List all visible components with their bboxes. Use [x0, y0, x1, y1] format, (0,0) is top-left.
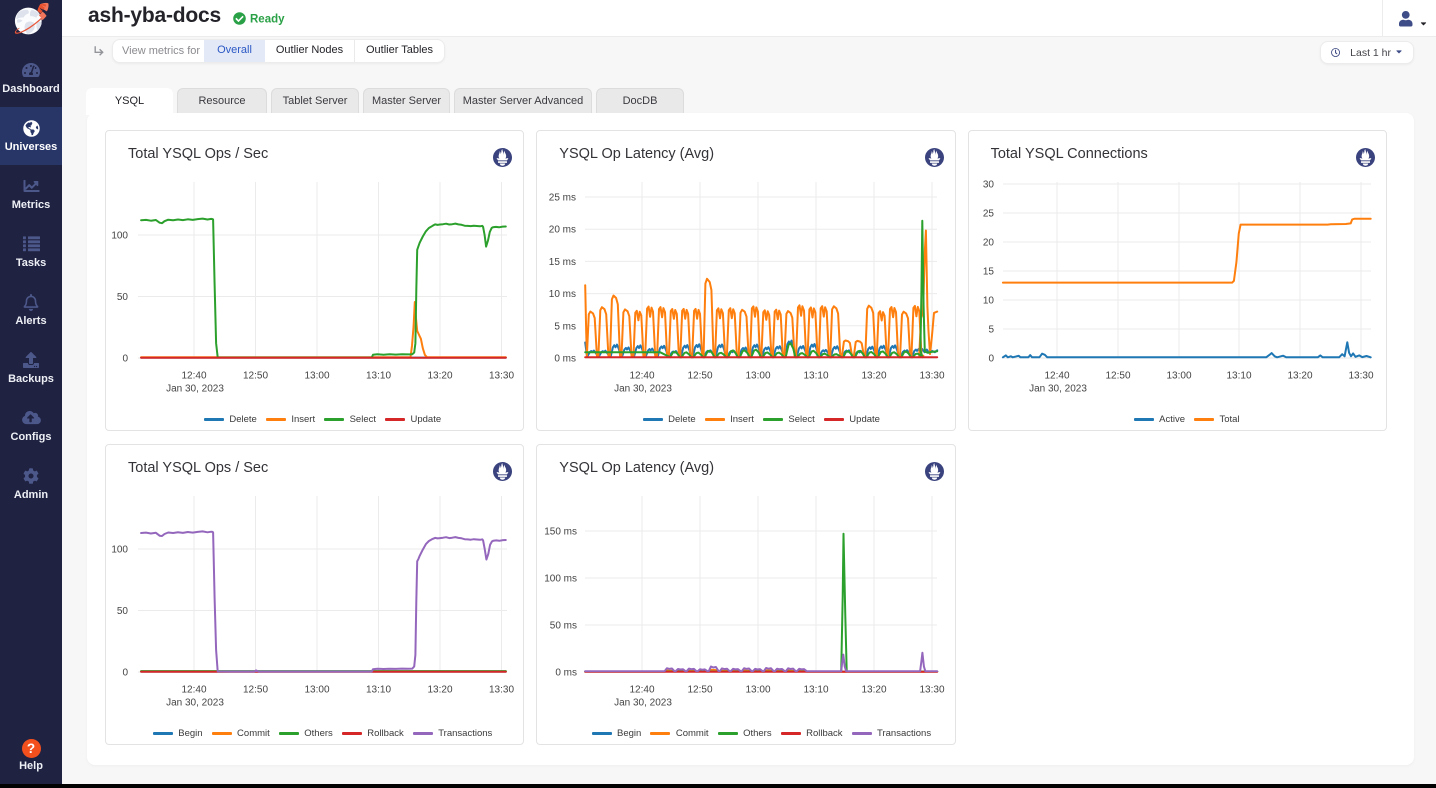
svg-text:0: 0 — [988, 354, 994, 365]
svg-text:13:10: 13:10 — [366, 371, 391, 382]
svg-text:13:00: 13:00 — [746, 685, 771, 696]
svg-text:13:20: 13:20 — [427, 685, 452, 696]
svg-text:50: 50 — [117, 292, 129, 303]
svg-text:13:00: 13:00 — [1166, 371, 1191, 382]
svg-text:100: 100 — [111, 231, 128, 242]
svg-text:50: 50 — [117, 606, 129, 617]
svg-text:Jan 30, 2023: Jan 30, 2023 — [166, 698, 224, 709]
svg-text:13:30: 13:30 — [1348, 371, 1373, 382]
svg-text:12:50: 12:50 — [688, 371, 713, 382]
svg-text:25 ms: 25 ms — [549, 193, 576, 204]
svg-text:13:20: 13:20 — [427, 371, 452, 382]
svg-text:13:00: 13:00 — [304, 371, 329, 382]
svg-text:20: 20 — [982, 238, 994, 249]
svg-text:12:50: 12:50 — [1105, 371, 1130, 382]
svg-text:13:10: 13:10 — [366, 685, 391, 696]
svg-text:12:50: 12:50 — [243, 685, 268, 696]
svg-text:12:40: 12:40 — [630, 371, 655, 382]
svg-text:0: 0 — [122, 354, 128, 365]
svg-text:13:10: 13:10 — [804, 371, 829, 382]
svg-text:12:40: 12:40 — [1044, 371, 1069, 382]
svg-text:150 ms: 150 ms — [545, 527, 578, 538]
svg-text:12:40: 12:40 — [181, 685, 206, 696]
svg-text:12:40: 12:40 — [630, 685, 655, 696]
svg-text:5: 5 — [988, 325, 994, 336]
svg-text:13:30: 13:30 — [920, 371, 945, 382]
svg-text:13:00: 13:00 — [304, 685, 329, 696]
svg-text:50 ms: 50 ms — [550, 621, 577, 632]
svg-text:12:50: 12:50 — [243, 371, 268, 382]
svg-text:0 ms: 0 ms — [556, 668, 578, 679]
svg-text:15: 15 — [982, 267, 994, 278]
svg-text:13:20: 13:20 — [862, 371, 887, 382]
svg-text:Jan 30, 2023: Jan 30, 2023 — [614, 384, 672, 395]
svg-text:Jan 30, 2023: Jan 30, 2023 — [614, 698, 672, 709]
svg-text:5 ms: 5 ms — [555, 321, 577, 332]
svg-text:20 ms: 20 ms — [549, 225, 576, 236]
svg-text:13:30: 13:30 — [920, 685, 945, 696]
svg-text:0: 0 — [122, 668, 128, 679]
svg-text:100: 100 — [111, 545, 128, 556]
svg-text:13:00: 13:00 — [746, 371, 771, 382]
svg-text:13:10: 13:10 — [804, 685, 829, 696]
svg-text:12:50: 12:50 — [688, 685, 713, 696]
svg-text:13:30: 13:30 — [489, 685, 514, 696]
svg-text:13:20: 13:20 — [862, 685, 887, 696]
svg-text:30: 30 — [982, 180, 994, 191]
svg-text:13:20: 13:20 — [1287, 371, 1312, 382]
svg-text:12:40: 12:40 — [181, 371, 206, 382]
svg-text:25: 25 — [982, 209, 994, 220]
svg-text:100 ms: 100 ms — [545, 574, 578, 585]
svg-text:15 ms: 15 ms — [549, 257, 576, 268]
svg-text:13:30: 13:30 — [489, 371, 514, 382]
svg-text:13:10: 13:10 — [1226, 371, 1251, 382]
svg-text:10: 10 — [982, 296, 994, 307]
svg-text:Jan 30, 2023: Jan 30, 2023 — [166, 384, 224, 395]
svg-text:0 ms: 0 ms — [555, 354, 577, 365]
svg-text:Jan 30, 2023: Jan 30, 2023 — [1029, 384, 1087, 395]
svg-text:10 ms: 10 ms — [549, 289, 576, 300]
